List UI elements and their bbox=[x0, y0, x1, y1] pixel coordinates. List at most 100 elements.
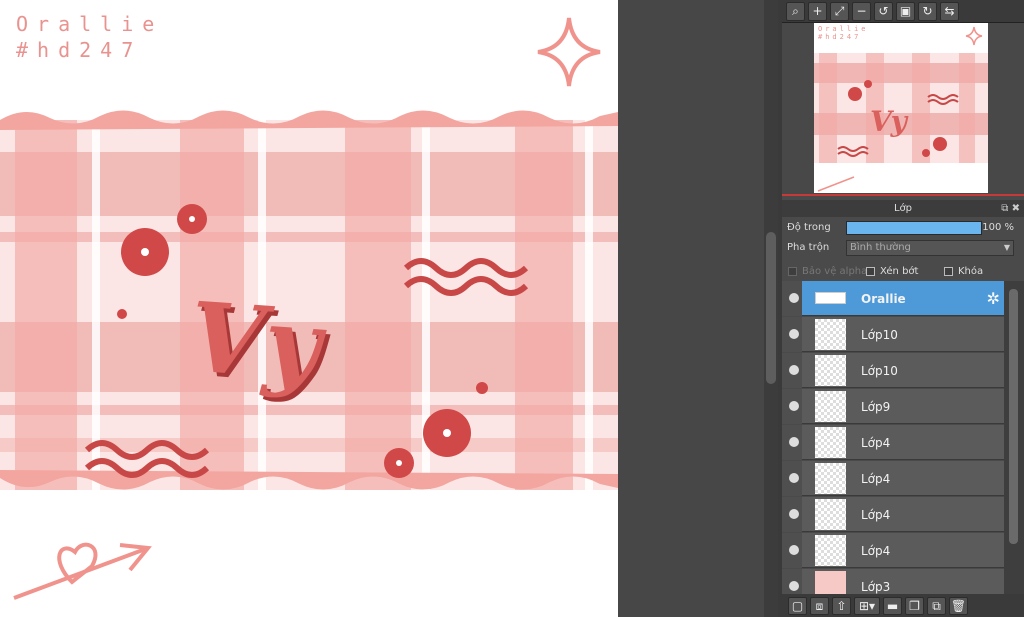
layer-thumbnail bbox=[815, 463, 846, 494]
layer-row[interactable]: Lớp4 bbox=[782, 497, 1004, 532]
layer-row[interactable]: Lớp4 bbox=[782, 533, 1004, 568]
canvas-background bbox=[618, 0, 764, 617]
navigator-toolbar: ⌕ + ⤢ − ↺ ▣ ↻ ⇆ bbox=[782, 0, 1024, 22]
delete-icon[interactable]: 🗑 bbox=[949, 596, 968, 615]
protect-alpha-label: Bảo vệ alpha bbox=[802, 266, 868, 277]
layer-thumbnail bbox=[815, 355, 846, 386]
opacity-slider[interactable] bbox=[846, 221, 982, 235]
fit-screen-icon[interactable]: ⤢ bbox=[830, 1, 849, 21]
layer-row[interactable]: Lớp4 bbox=[782, 461, 1004, 496]
app-window: Orallie #hd247 Vy ⌕ + ⤢ − ↺ ▣ ↻ ⇆ Vy Ora… bbox=[0, 0, 1024, 617]
duplicate-icon[interactable]: ❐ bbox=[905, 596, 924, 615]
layer-name: Lớp4 bbox=[861, 544, 891, 558]
layer-row[interactable]: Lớp4 bbox=[782, 425, 1004, 460]
layer-thumbnail bbox=[815, 391, 846, 422]
drawing-canvas[interactable]: Orallie #hd247 Vy bbox=[0, 0, 618, 617]
layer-thumbnail bbox=[815, 427, 846, 458]
visibility-toggle[interactable] bbox=[782, 425, 802, 460]
scrollbar-thumb[interactable] bbox=[1009, 289, 1018, 544]
opacity-value: 100 % bbox=[982, 222, 1014, 233]
layer-row[interactable]: Lớp9 bbox=[782, 389, 1004, 424]
navigator-signature-hashtag: #hd247 bbox=[818, 33, 862, 41]
checkbox-box bbox=[788, 267, 797, 276]
eye-icon bbox=[789, 365, 799, 375]
flip-icon[interactable]: ⇆ bbox=[940, 1, 959, 21]
layer-panel-title: Lớp bbox=[893, 203, 913, 214]
navigator-signature-name: Orallie bbox=[818, 25, 869, 33]
zoom-out-icon[interactable]: − bbox=[852, 1, 871, 21]
layer-list-scrollbar[interactable] bbox=[1004, 281, 1024, 594]
close-icon[interactable]: ✖ bbox=[1012, 203, 1020, 214]
clipping-checkbox[interactable]: Xén bớt bbox=[866, 266, 918, 277]
layer-name: Lớp10 bbox=[861, 328, 898, 342]
lock-checkbox[interactable]: Khóa bbox=[944, 266, 983, 277]
layer-thumbnail bbox=[815, 571, 846, 594]
new-layer-icon[interactable]: ▢ bbox=[788, 596, 807, 615]
merge-icon[interactable]: ⧉ bbox=[927, 596, 946, 615]
layer-row[interactable]: Orallie ✲ bbox=[782, 281, 1004, 316]
blend-mode-select[interactable]: Bình thường ▼ bbox=[846, 240, 1014, 256]
visibility-toggle[interactable] bbox=[782, 353, 802, 388]
undock-icon[interactable]: ⧉ bbox=[1001, 203, 1008, 214]
layer-name: Lớp3 bbox=[861, 580, 891, 594]
checkbox-box bbox=[866, 267, 875, 276]
visibility-toggle[interactable] bbox=[782, 461, 802, 496]
clipping-label: Xén bớt bbox=[880, 266, 919, 277]
navigator-thumbnail: Vy Orallie #hd247 bbox=[814, 23, 988, 193]
canvas-scrollbar[interactable] bbox=[764, 0, 778, 617]
layer-thumbnail bbox=[815, 535, 846, 566]
lock-label: Khóa bbox=[958, 266, 984, 277]
add-layer-menu-icon[interactable]: ⊞▾ bbox=[854, 596, 880, 615]
rotate-left-icon[interactable]: ↺ bbox=[874, 1, 893, 21]
eye-icon bbox=[789, 437, 799, 447]
checkbox-box bbox=[944, 267, 953, 276]
eye-icon bbox=[789, 473, 799, 483]
eye-icon bbox=[789, 545, 799, 555]
gear-icon[interactable]: ✲ bbox=[987, 289, 1000, 308]
layer-thumbnail bbox=[815, 292, 846, 304]
opacity-label: Độ trong bbox=[787, 222, 831, 233]
layer-thumbnail bbox=[815, 319, 846, 350]
layer-panel-header: Lớp ⧉ ✖ bbox=[782, 200, 1024, 217]
import-layer-icon[interactable]: ⇧ bbox=[832, 596, 851, 615]
eye-icon bbox=[789, 581, 799, 591]
blend-row: Pha trộn Bình thường ▼ bbox=[782, 238, 1024, 258]
rotate-right-icon[interactable]: ↻ bbox=[918, 1, 937, 21]
blend-label: Pha trộn bbox=[787, 242, 830, 253]
layer-name: Orallie bbox=[861, 292, 906, 306]
eye-icon bbox=[789, 329, 799, 339]
visibility-toggle[interactable] bbox=[782, 317, 802, 352]
layer-list: Orallie ✲ Lớp10 Lớp10 Lớp9 Lớp4 Lớp4 Lớp… bbox=[782, 281, 1004, 594]
svg-text:Vy: Vy bbox=[870, 105, 909, 138]
visibility-toggle[interactable] bbox=[782, 389, 802, 424]
folder-icon[interactable]: ▬ bbox=[883, 596, 902, 615]
layer-toolbar: ▢ ⧈ ⇧ ⊞▾ ▬ ❐ ⧉ 🗑 bbox=[782, 594, 1024, 617]
zoom-in-icon[interactable]: + bbox=[808, 1, 827, 21]
eye-icon bbox=[789, 401, 799, 411]
navigator-preview[interactable]: Vy Orallie #hd247 bbox=[782, 22, 1024, 196]
scrollbar-thumb[interactable] bbox=[766, 232, 776, 384]
chevron-down-icon: ▼ bbox=[1003, 243, 1010, 252]
blend-mode-value: Bình thường bbox=[850, 242, 911, 253]
layer-name: Lớp9 bbox=[861, 400, 891, 414]
visibility-toggle[interactable] bbox=[782, 281, 802, 316]
layer-name: Lớp4 bbox=[861, 436, 891, 450]
visibility-toggle[interactable] bbox=[782, 569, 802, 594]
signature-hashtag: #hd247 bbox=[16, 38, 143, 62]
new-layer-copy-icon[interactable]: ⧈ bbox=[810, 596, 829, 615]
layer-options-row: Bảo vệ alpha Xén bớt Khóa bbox=[782, 260, 1024, 280]
opacity-row: Độ trong 100 % bbox=[782, 218, 1024, 238]
layer-thumbnail bbox=[815, 499, 846, 530]
right-panel: ⌕ + ⤢ − ↺ ▣ ↻ ⇆ Vy Orallie #hd247 Lớp ⧉ … bbox=[782, 0, 1024, 617]
protect-alpha-checkbox[interactable]: Bảo vệ alpha bbox=[788, 266, 867, 277]
layer-row[interactable]: Lớp10 bbox=[782, 317, 1004, 352]
layer-row[interactable]: Lớp10 bbox=[782, 353, 1004, 388]
visibility-toggle[interactable] bbox=[782, 497, 802, 532]
zoom-fit-icon[interactable]: ⌕ bbox=[786, 1, 805, 21]
layer-row[interactable]: Lớp3 bbox=[782, 569, 1004, 594]
layer-name: Lớp10 bbox=[861, 364, 898, 378]
visibility-toggle[interactable] bbox=[782, 533, 802, 568]
fullscreen-icon[interactable]: ▣ bbox=[896, 1, 915, 21]
art-lettering: Vy bbox=[186, 280, 329, 403]
eye-icon bbox=[789, 509, 799, 519]
